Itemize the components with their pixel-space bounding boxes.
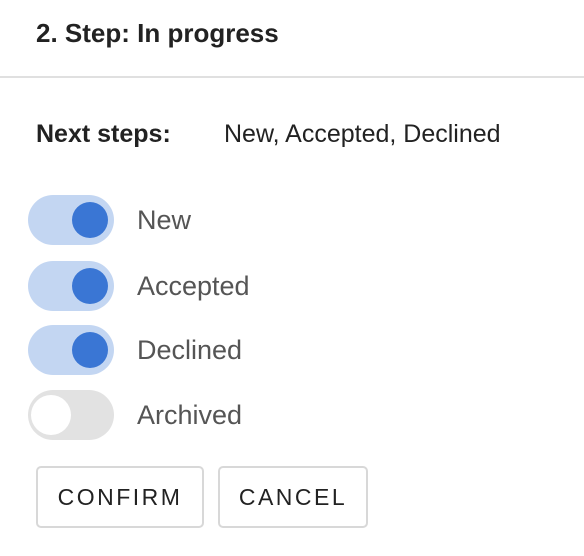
toggle-row-accepted: Accepted (28, 261, 428, 311)
toggle-row-new: New (28, 195, 428, 245)
page-title: 2. Step: In progress (36, 18, 279, 48)
confirm-button[interactable]: CONFIRM (36, 466, 204, 528)
toggle-row-archived: Archived (28, 390, 428, 440)
toggle-knob (72, 268, 108, 304)
next-steps-summary: Next steps: New, Accepted, Declined (36, 116, 501, 152)
toggle-declined[interactable] (28, 325, 114, 375)
toggle-archived[interactable] (28, 390, 114, 440)
toggle-label-new: New (137, 205, 192, 235)
toggle-label-archived: Archived (137, 400, 243, 430)
toggle-knob (72, 332, 108, 368)
toggle-knob (31, 395, 71, 435)
toggle-label-declined: Declined (137, 335, 243, 365)
toggle-accepted[interactable] (28, 261, 114, 311)
cancel-button[interactable]: CANCEL (218, 466, 368, 528)
next-steps-label: Next steps: (36, 120, 171, 148)
toggle-row-declined: Declined (28, 325, 428, 375)
toggle-new[interactable] (28, 195, 114, 245)
dialog-header: 2. Step: In progress (0, 0, 584, 78)
toggle-knob (72, 202, 108, 238)
toggle-label-accepted: Accepted (137, 271, 250, 301)
next-steps-value: New, Accepted, Declined (224, 120, 501, 148)
